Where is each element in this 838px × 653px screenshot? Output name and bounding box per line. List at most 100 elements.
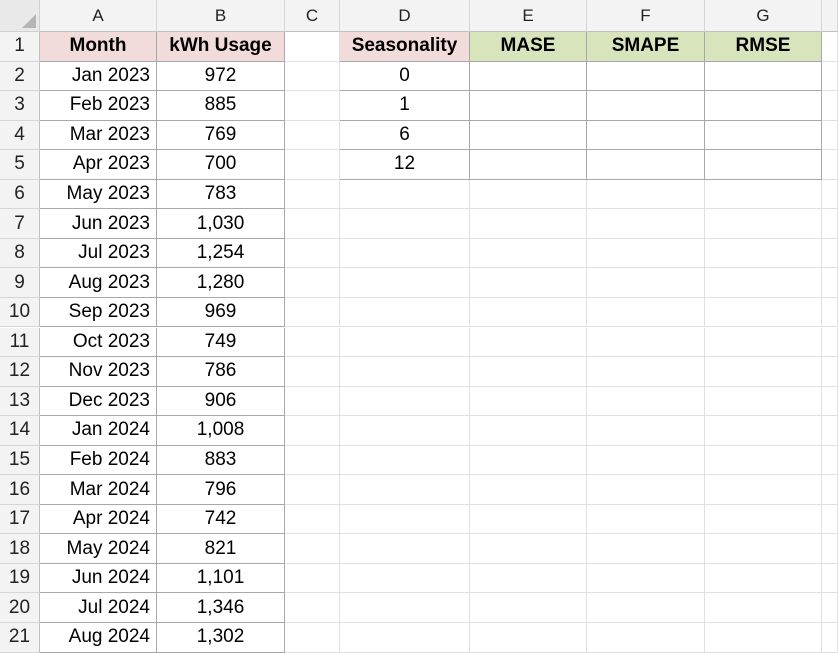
grid-cell[interactable] xyxy=(705,327,822,358)
grid-cell[interactable] xyxy=(470,593,587,623)
grid-cell[interactable] xyxy=(587,238,705,269)
month-cell[interactable]: Aug 2024 xyxy=(40,623,157,653)
column-header-e[interactable]: E xyxy=(470,0,587,32)
grid-cell[interactable] xyxy=(822,534,838,564)
kwh-cell[interactable]: 1,346 xyxy=(157,593,285,623)
row-header-12[interactable]: 12 xyxy=(0,357,40,387)
mase-header[interactable]: MASE xyxy=(470,32,587,62)
grid-cell[interactable] xyxy=(822,504,838,535)
grid-cell[interactable] xyxy=(285,209,340,239)
grid-cell[interactable] xyxy=(285,357,340,387)
grid-cell[interactable] xyxy=(822,416,838,446)
grid-cell[interactable] xyxy=(705,475,822,505)
grid-cell[interactable] xyxy=(705,268,822,298)
grid-cell[interactable] xyxy=(587,563,705,594)
grid-cell[interactable] xyxy=(822,209,838,239)
month-cell[interactable]: Jul 2023 xyxy=(40,238,157,269)
month-cell[interactable]: Mar 2024 xyxy=(40,475,157,505)
grid-cell[interactable] xyxy=(587,504,705,535)
grid-cell[interactable] xyxy=(340,445,470,476)
grid-cell[interactable] xyxy=(822,593,838,623)
month-cell[interactable]: Nov 2023 xyxy=(40,357,157,387)
grid-cell[interactable] xyxy=(285,32,340,62)
grid-cell[interactable] xyxy=(285,386,340,417)
row-header-2[interactable]: 2 xyxy=(0,61,40,92)
month-cell[interactable]: Oct 2023 xyxy=(40,327,157,358)
grid-cell[interactable] xyxy=(340,357,470,387)
grid-cell[interactable] xyxy=(340,416,470,446)
grid-cell[interactable] xyxy=(340,386,470,417)
grid-cell[interactable] xyxy=(587,416,705,446)
month-cell[interactable]: Mar 2023 xyxy=(40,120,157,151)
grid-cell[interactable] xyxy=(285,504,340,535)
rmse-header[interactable]: RMSE xyxy=(705,32,822,62)
kwh-cell[interactable]: 883 xyxy=(157,445,285,476)
grid-cell[interactable] xyxy=(587,445,705,476)
month-cell[interactable]: Aug 2023 xyxy=(40,268,157,298)
mase-cell[interactable] xyxy=(470,150,587,180)
grid-cell[interactable] xyxy=(822,445,838,476)
grid-cell[interactable] xyxy=(822,238,838,269)
kwh-cell[interactable]: 969 xyxy=(157,297,285,328)
kwh-cell[interactable]: 885 xyxy=(157,91,285,121)
row-header-4[interactable]: 4 xyxy=(0,120,40,151)
grid-cell[interactable] xyxy=(470,268,587,298)
row-header-19[interactable]: 19 xyxy=(0,563,40,594)
month-cell[interactable]: Dec 2023 xyxy=(40,386,157,417)
grid-cell[interactable] xyxy=(285,61,340,92)
grid-cell[interactable] xyxy=(285,179,340,210)
row-header-3[interactable]: 3 xyxy=(0,91,40,121)
seasonality-cell[interactable]: 1 xyxy=(340,91,470,121)
grid-cell[interactable] xyxy=(822,475,838,505)
grid-cell[interactable] xyxy=(285,268,340,298)
grid-cell[interactable] xyxy=(822,357,838,387)
grid-cell[interactable] xyxy=(587,179,705,210)
kwh-cell[interactable]: 906 xyxy=(157,386,285,417)
grid-cell[interactable] xyxy=(470,475,587,505)
grid-cell[interactable] xyxy=(470,179,587,210)
grid-cell[interactable] xyxy=(340,268,470,298)
row-header-8[interactable]: 8 xyxy=(0,238,40,269)
grid-cell[interactable] xyxy=(705,297,822,328)
grid-cell[interactable] xyxy=(470,238,587,269)
seasonality-cell[interactable]: 0 xyxy=(340,61,470,92)
column-header-c[interactable]: C xyxy=(285,0,340,32)
kwh-cell[interactable]: 796 xyxy=(157,475,285,505)
smape-cell[interactable] xyxy=(587,120,705,151)
grid-cell[interactable] xyxy=(587,209,705,239)
grid-cell[interactable] xyxy=(285,593,340,623)
grid-cell[interactable] xyxy=(705,504,822,535)
row-header-10[interactable]: 10 xyxy=(0,297,40,328)
grid-cell[interactable] xyxy=(822,327,838,358)
row-header-7[interactable]: 7 xyxy=(0,209,40,239)
rmse-cell[interactable] xyxy=(705,91,822,121)
kwh-cell[interactable]: 742 xyxy=(157,504,285,535)
grid-cell[interactable] xyxy=(822,120,838,151)
grid-cell[interactable] xyxy=(470,416,587,446)
grid-cell[interactable] xyxy=(470,327,587,358)
grid-cell[interactable] xyxy=(822,386,838,417)
grid-cell[interactable] xyxy=(470,386,587,417)
grid-cell[interactable] xyxy=(285,150,340,180)
mase-cell[interactable] xyxy=(470,61,587,92)
kwh-cell[interactable]: 972 xyxy=(157,61,285,92)
grid-cell[interactable] xyxy=(705,534,822,564)
column-header-f[interactable]: F xyxy=(587,0,705,32)
rmse-cell[interactable] xyxy=(705,61,822,92)
row-header-14[interactable]: 14 xyxy=(0,416,40,446)
grid-cell[interactable] xyxy=(822,150,838,180)
grid-cell[interactable] xyxy=(705,416,822,446)
smape-cell[interactable] xyxy=(587,91,705,121)
grid-cell[interactable] xyxy=(705,238,822,269)
column-header-d[interactable]: D xyxy=(340,0,470,32)
kwh-cell[interactable]: 769 xyxy=(157,120,285,151)
seasonality-header[interactable]: Seasonality xyxy=(340,32,470,62)
row-header-16[interactable]: 16 xyxy=(0,475,40,505)
kwh-cell[interactable]: 1,302 xyxy=(157,623,285,653)
row-header-20[interactable]: 20 xyxy=(0,593,40,623)
grid-cell[interactable] xyxy=(470,357,587,387)
grid-cell[interactable] xyxy=(285,238,340,269)
month-cell[interactable]: Jan 2024 xyxy=(40,416,157,446)
grid-cell[interactable] xyxy=(340,297,470,328)
kwh-cell[interactable]: 1,254 xyxy=(157,238,285,269)
